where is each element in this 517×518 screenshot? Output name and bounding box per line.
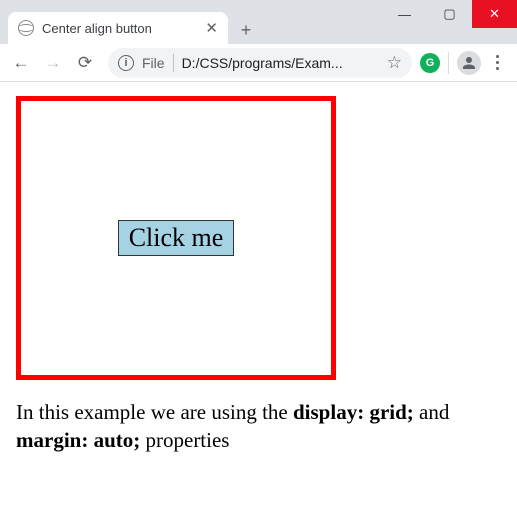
grammarly-extension-icon[interactable]: G [420, 53, 440, 73]
chrome-menu-button[interactable] [483, 55, 511, 70]
file-label: File [142, 55, 165, 71]
site-info-icon[interactable]: i [118, 55, 134, 71]
desc-part: and [414, 400, 450, 424]
grid-container: Click me [16, 96, 336, 380]
back-button[interactable]: ← [6, 48, 36, 78]
tab-title: Center align button [42, 21, 197, 36]
address-divider [173, 54, 174, 72]
forward-button[interactable]: → [38, 48, 68, 78]
tab-close-icon[interactable]: ✕ [205, 19, 218, 37]
browser-toolbar: ← → ⟳ i File D:/CSS/programs/Exam... ☆ G [0, 44, 517, 82]
desc-part: properties [140, 428, 229, 452]
window-close-button[interactable]: ✕ [472, 0, 517, 28]
toolbar-divider [448, 52, 449, 74]
desc-bold: display: grid; [293, 400, 414, 424]
bookmark-star-icon[interactable]: ☆ [387, 53, 402, 73]
desc-bold: margin: auto; [16, 428, 140, 452]
new-tab-button[interactable]: + [232, 16, 260, 44]
click-me-button[interactable]: Click me [118, 220, 235, 256]
url-text: D:/CSS/programs/Exam... [182, 55, 379, 71]
page-content: Click me In this example we are using th… [0, 82, 517, 469]
desc-part: In this example we are using the [16, 400, 293, 424]
globe-icon [18, 20, 34, 36]
window-maximize-button[interactable]: ▢ [427, 0, 472, 28]
address-bar[interactable]: i File D:/CSS/programs/Exam... ☆ [108, 48, 412, 78]
browser-tab[interactable]: Center align button ✕ [8, 12, 228, 44]
window-minimize-button[interactable]: — [382, 0, 427, 28]
description-text: In this example we are using the display… [16, 398, 496, 455]
reload-button[interactable]: ⟳ [70, 48, 100, 78]
profile-avatar-icon[interactable] [457, 51, 481, 75]
